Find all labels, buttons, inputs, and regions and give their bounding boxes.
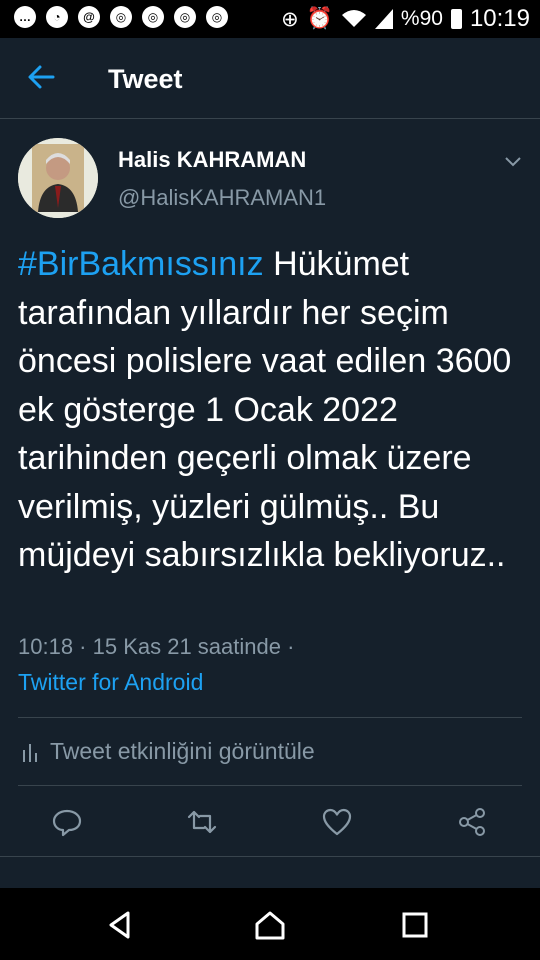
chevron-down-icon[interactable] <box>502 150 524 172</box>
data-saver-icon: ⊕ <box>281 7 299 31</box>
like-icon[interactable] <box>321 806 353 838</box>
at-icon: @ <box>78 6 100 28</box>
author-handle[interactable]: @HalisKAHRAMAN1 <box>118 185 326 211</box>
alarm-icon: ⏰ <box>306 7 333 30</box>
signal-icon <box>374 9 393 29</box>
chrome-icon: ◎ <box>110 6 132 28</box>
divider <box>18 785 522 786</box>
navigation-bar <box>0 888 540 960</box>
tweet-timestamp: 10:18 · 15 Kas 21 saatinde · <box>18 634 295 659</box>
share-icon[interactable] <box>456 806 488 838</box>
analytics-icon <box>23 743 37 762</box>
tweet-source-link[interactable]: Twitter for Android <box>18 669 203 696</box>
status-bar: … ◔ @ ◎ ◎ ◎ ◎ ⊕ ⏰ %90 10:19 <box>0 0 540 38</box>
chrome-icon: ◎ <box>142 6 164 28</box>
tweet-activity-button[interactable]: Tweet etkinliğini görüntüle <box>22 738 315 765</box>
tweet-body: Hükümet tarafından yıllardır her seçim ö… <box>18 245 512 574</box>
notification-icons: … ◔ @ ◎ ◎ ◎ ◎ <box>14 6 228 28</box>
avatar-image <box>18 138 98 218</box>
retweet-icon[interactable] <box>186 806 218 838</box>
app-bar: Tweet <box>0 38 540 119</box>
tweet-actions <box>0 800 540 846</box>
page-title: Tweet <box>108 64 183 94</box>
recents-nav-icon[interactable] <box>398 908 432 942</box>
clock: 10:19 <box>469 5 530 32</box>
reply-icon[interactable] <box>51 806 83 838</box>
system-status: ⊕ ⏰ %90 10:19 <box>281 5 530 33</box>
messenger-icon: ◔ <box>46 6 68 28</box>
tweet-activity-label: Tweet etkinliğini görüntüle <box>50 738 315 764</box>
avatar[interactable] <box>18 138 98 218</box>
chat-icon: … <box>14 6 36 28</box>
hashtag-link[interactable]: #BirBakmıssınız <box>18 245 264 283</box>
divider <box>0 856 540 857</box>
tweet-text: #BirBakmıssınız Hükümet tarafından yılla… <box>18 240 528 580</box>
chrome-icon: ◎ <box>206 6 228 28</box>
back-nav-icon[interactable] <box>103 908 137 942</box>
wifi-icon <box>341 10 366 27</box>
divider <box>18 717 522 718</box>
back-arrow-icon[interactable] <box>26 62 56 92</box>
battery-icon <box>450 9 462 29</box>
battery-percent: %90 <box>400 7 443 30</box>
author-name[interactable]: Halis KAHRAMAN <box>118 147 306 173</box>
chrome-icon: ◎ <box>174 6 196 28</box>
home-nav-icon[interactable] <box>253 908 287 942</box>
